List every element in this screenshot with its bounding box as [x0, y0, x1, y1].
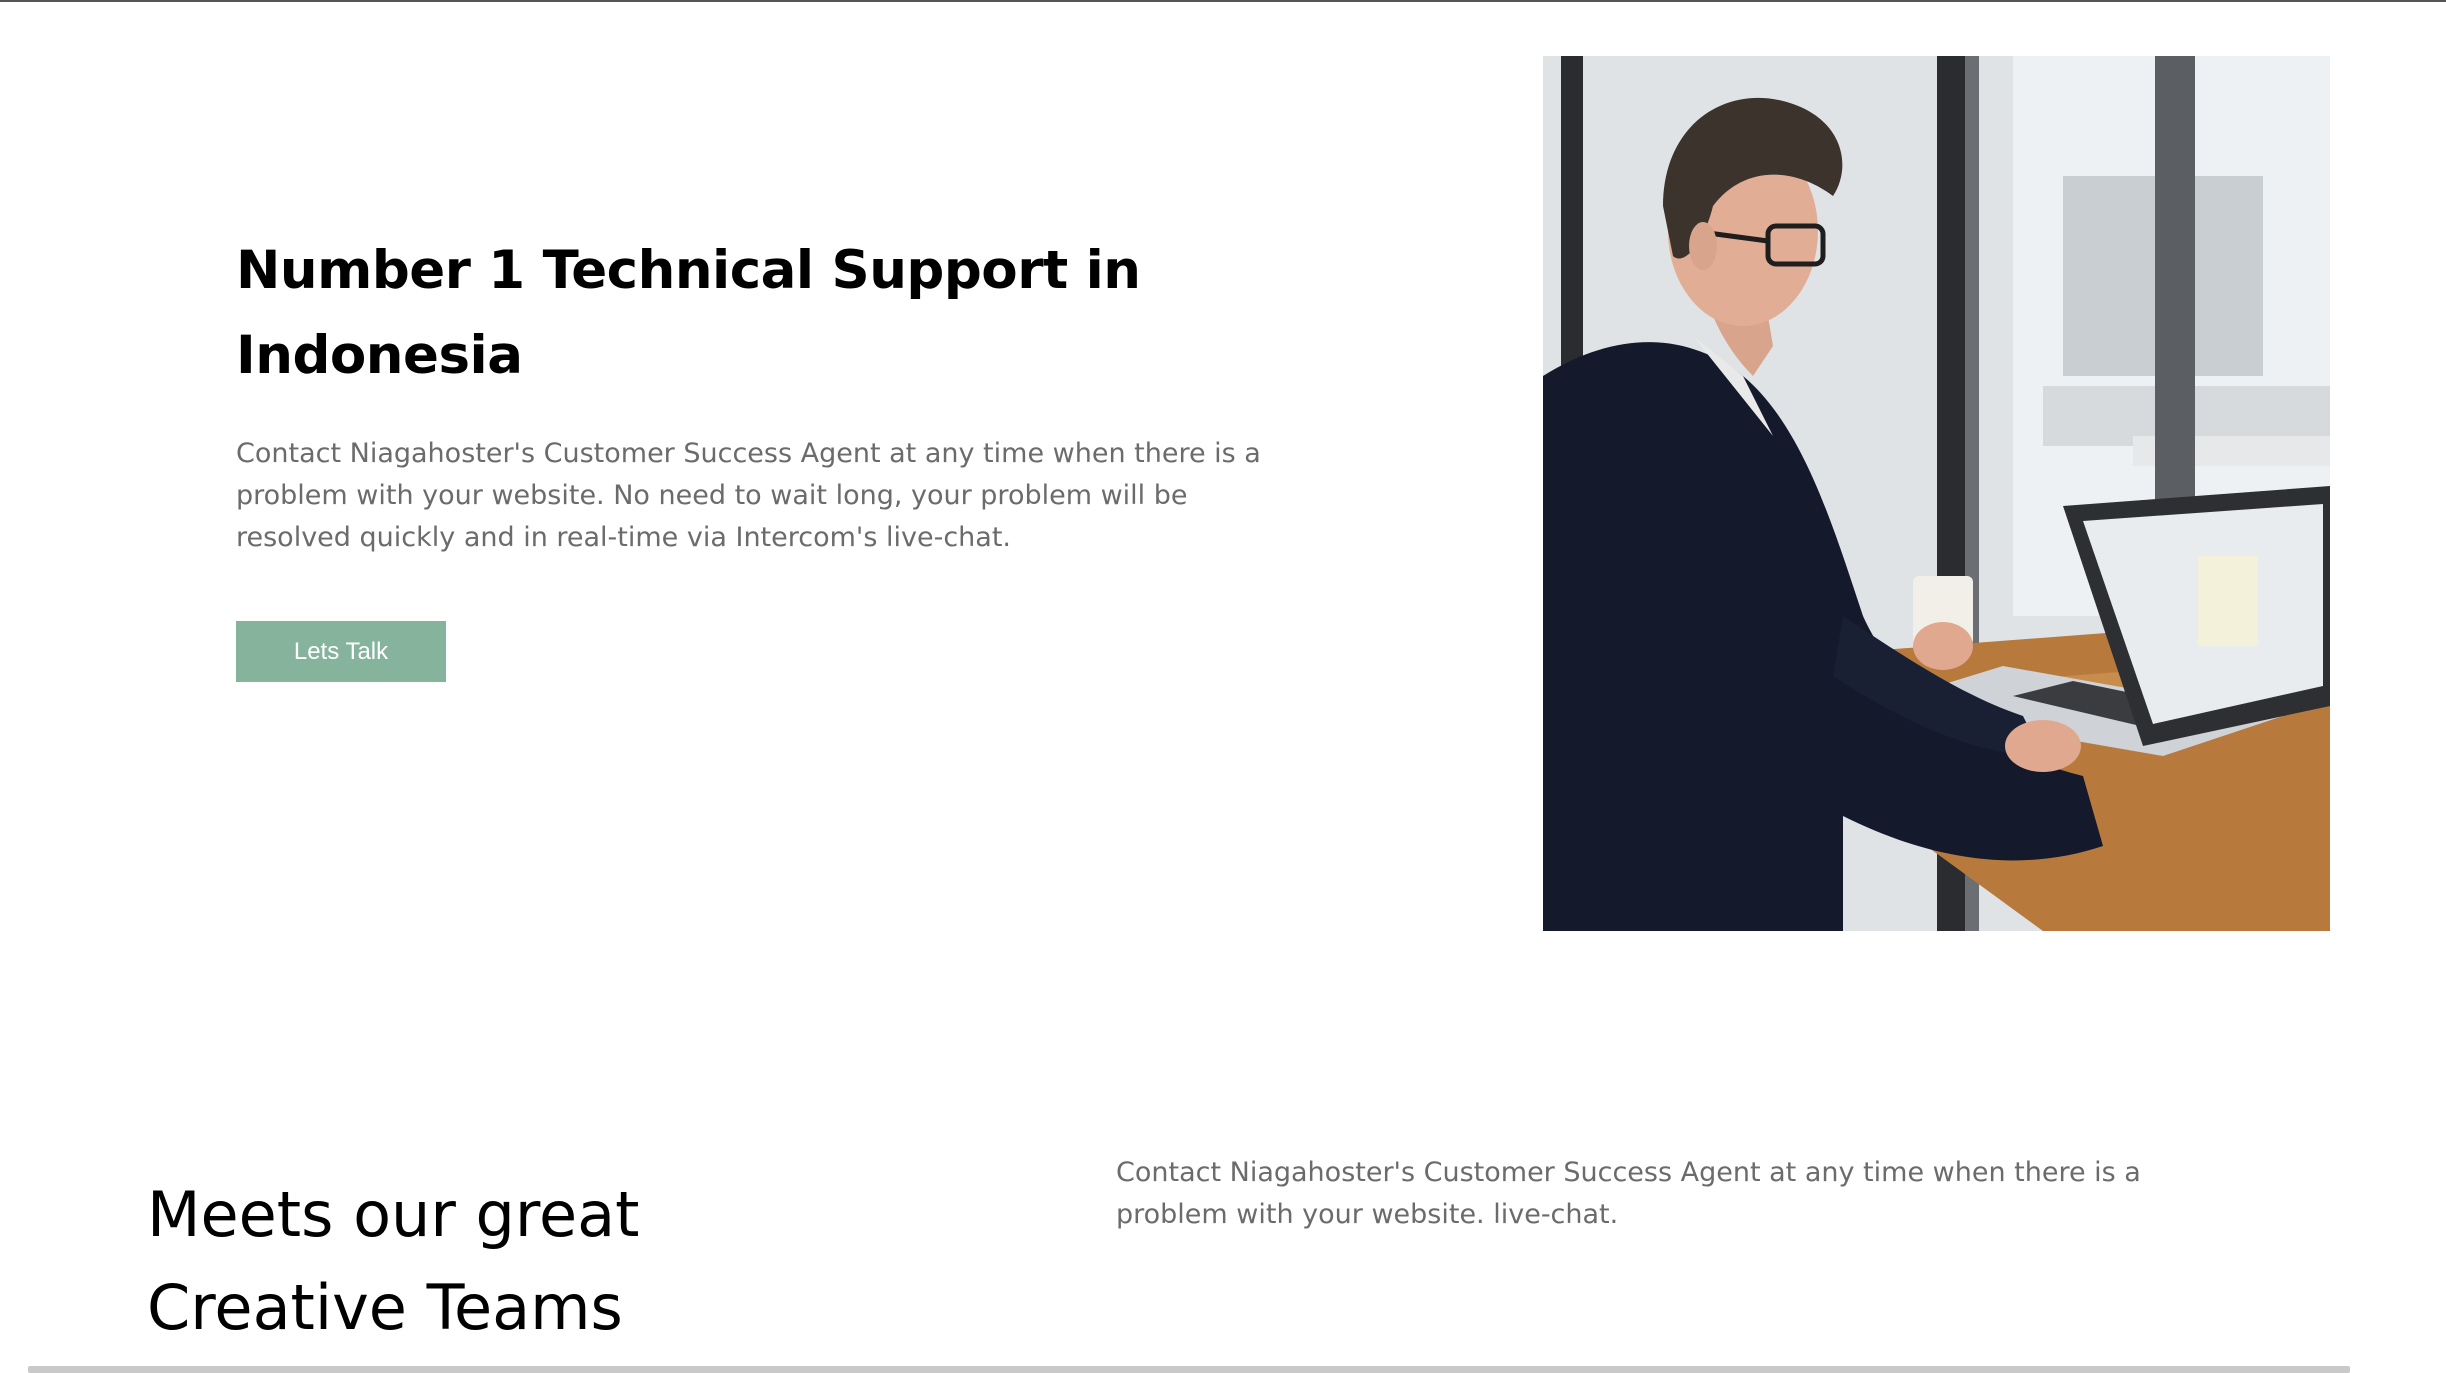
hero-description: Contact Niagahoster's Customer Success A… [236, 438, 1261, 553]
lets-talk-button[interactable]: Lets Talk [236, 621, 446, 682]
hero-title: Number 1 Technical Support in Indonesia [236, 240, 1141, 386]
scrollbar-thumb[interactable] [28, 1366, 2350, 1373]
top-divider [0, 0, 2446, 2]
team-title: Meets our great Creative Teams [147, 1178, 640, 1344]
hero-photo [1543, 56, 2330, 931]
team-description: Contact Niagahoster's Customer Success A… [1116, 1157, 2141, 1230]
